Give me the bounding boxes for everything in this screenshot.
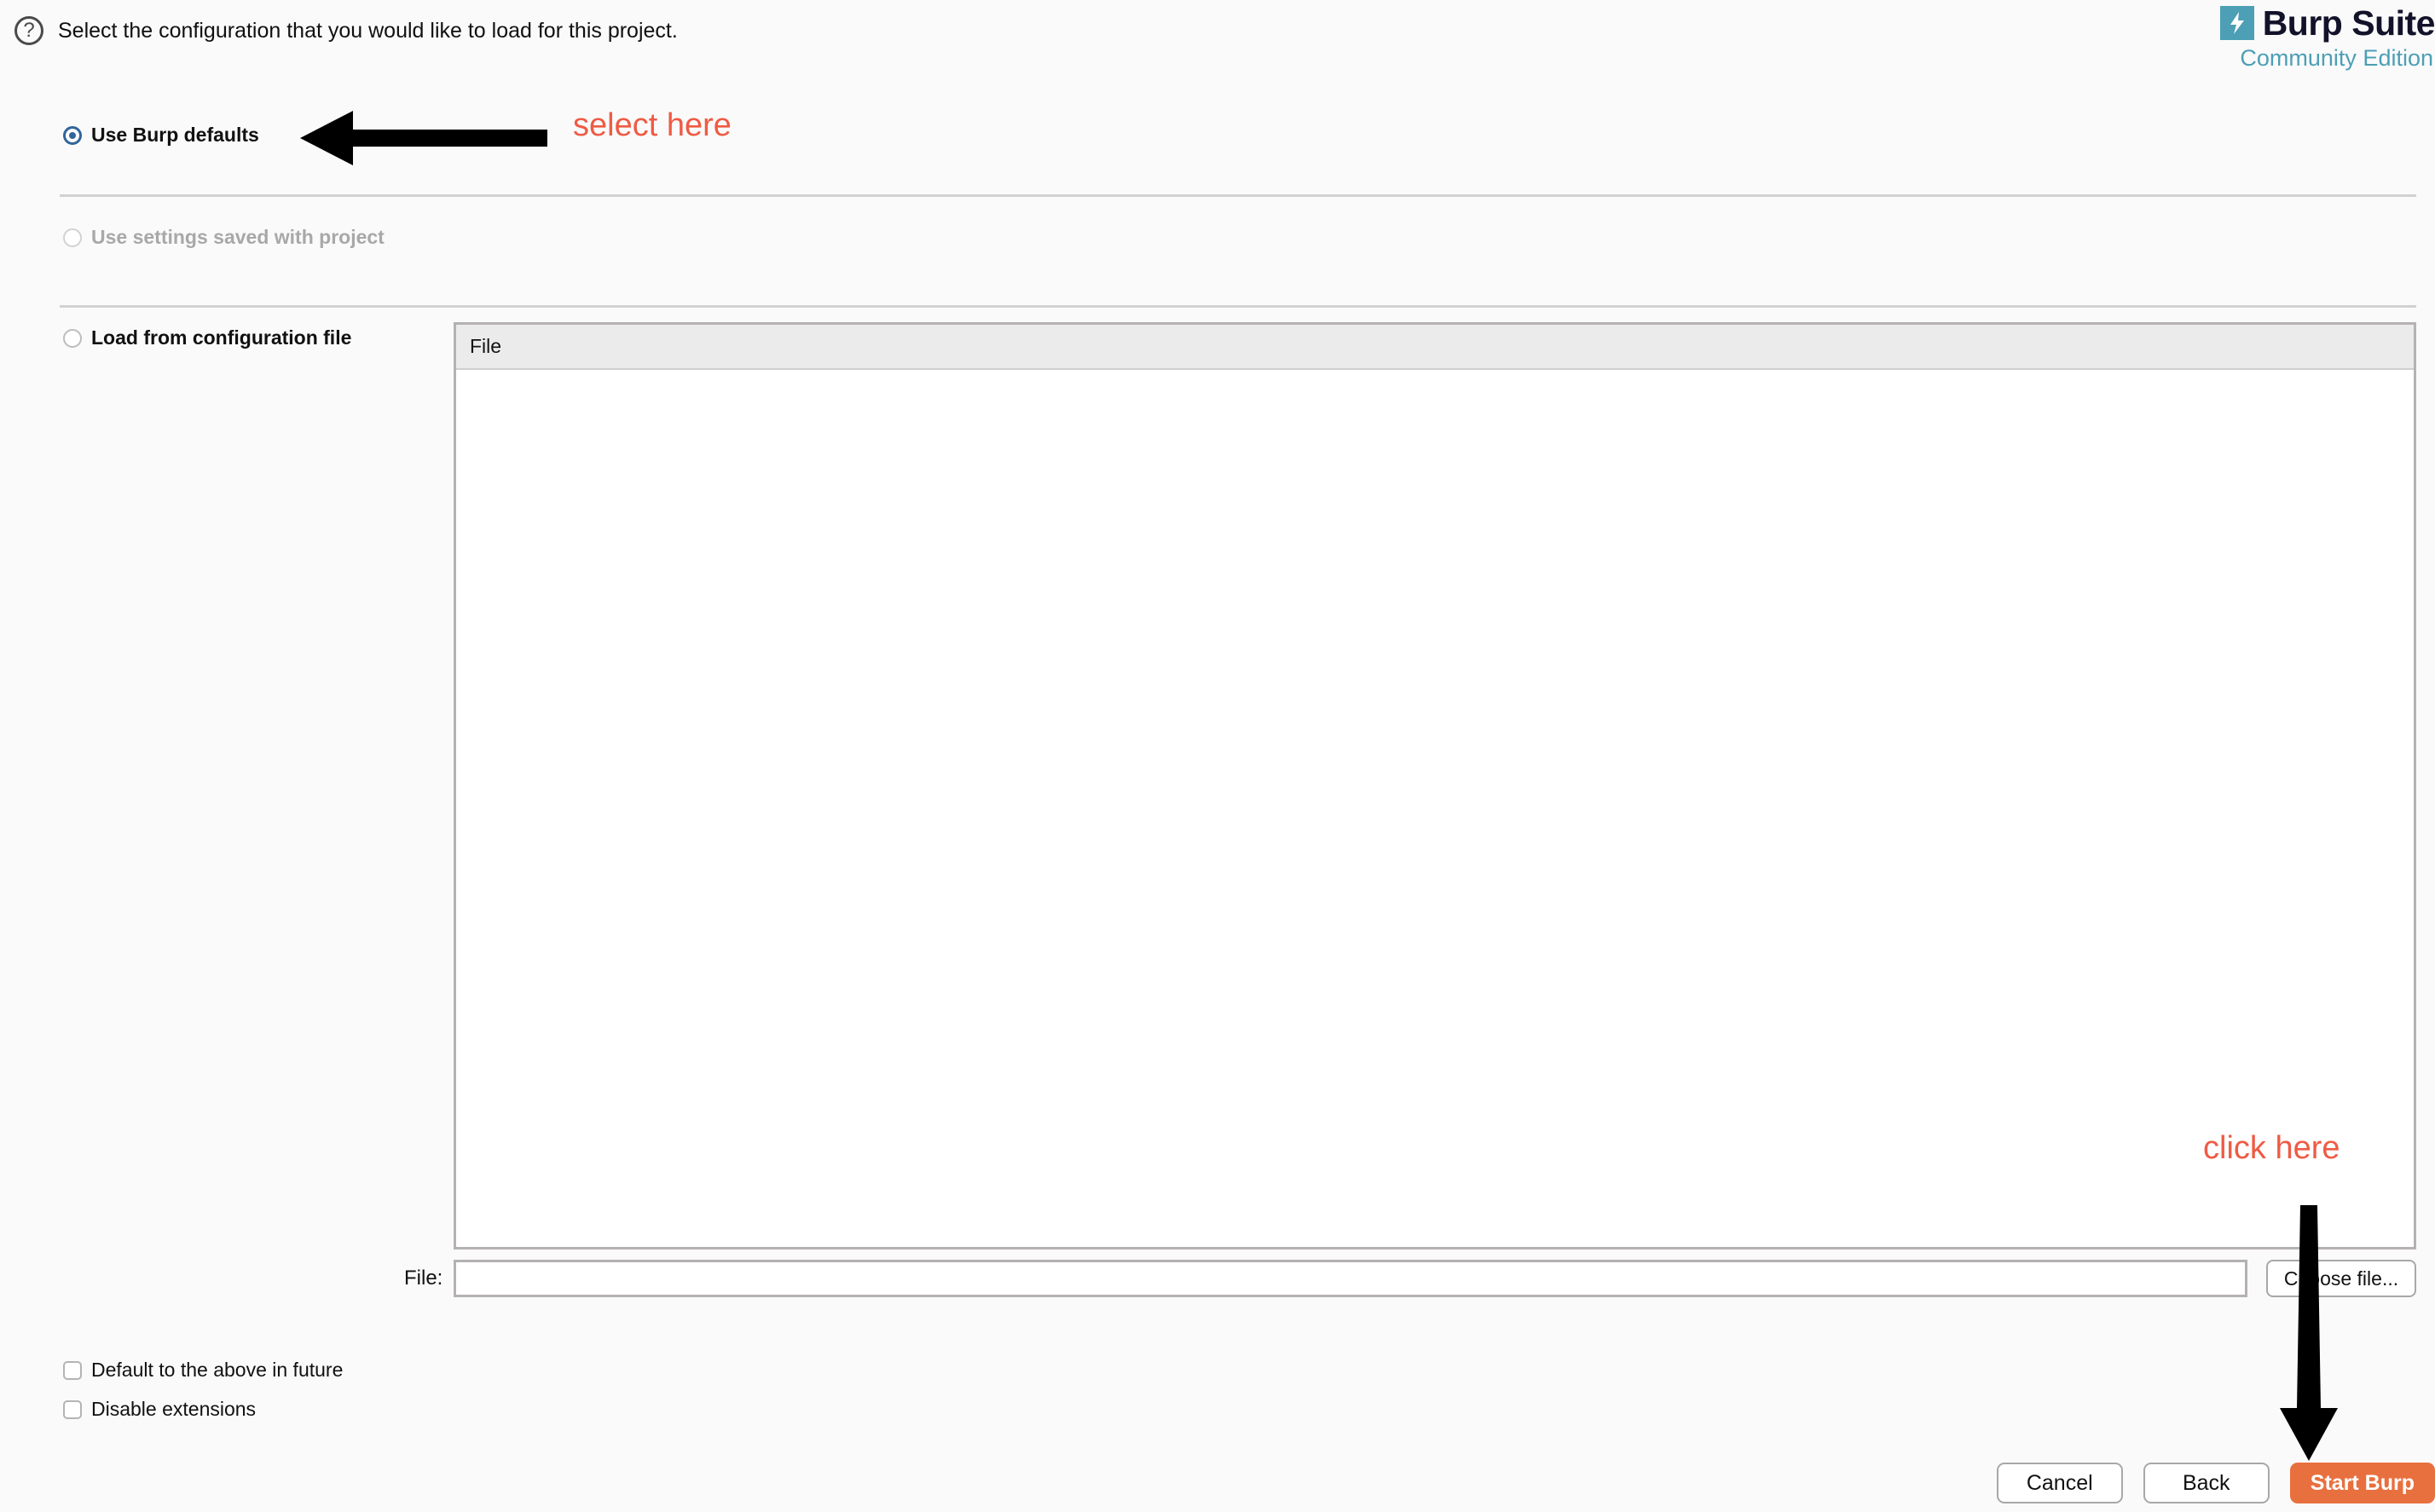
checkbox-label: Disable extensions [91, 1398, 257, 1420]
radio-option-label: Load from configuration file [91, 326, 352, 349]
left-arrow-annotation [300, 111, 547, 165]
down-arrow-annotation [2280, 1205, 2338, 1461]
back-button[interactable]: Back [2143, 1463, 2270, 1503]
section-divider [60, 194, 2416, 197]
header-bar: ? Select the configuration that you woul… [0, 0, 2435, 60]
table-column-header-file: File [470, 335, 502, 357]
section-divider [60, 305, 2416, 308]
brand-title-row: Burp Suite [2154, 3, 2435, 43]
checkbox-label: Default to the above in future [91, 1359, 344, 1381]
file-path-input[interactable] [454, 1260, 2247, 1297]
burp-suite-logo: Burp Suite Community Edition [2154, 3, 2435, 72]
annotation-click-here: click here [2203, 1130, 2340, 1166]
brand-name: Burp Suite [2262, 3, 2435, 43]
radio-button-icon[interactable] [63, 125, 82, 145]
radio-button-icon[interactable] [63, 328, 82, 348]
radio-option-load-from-configuration-file[interactable]: Load from configuration file [63, 326, 351, 349]
radio-option-label: Use Burp defaults [91, 124, 259, 146]
file-chooser-row: File: Choose file... [0, 1260, 2435, 1299]
table-body-empty[interactable] [456, 370, 2414, 1245]
radio-option-use-settings-saved-with-project: Use settings saved with project [63, 226, 385, 249]
footer-button-bar: Cancel Back Start Burp [1996, 1463, 2435, 1503]
table-header-row: File [456, 325, 2414, 370]
radio-option-label: Use settings saved with project [91, 226, 385, 248]
page-instruction: Select the configuration that you would … [58, 19, 678, 43]
checkbox-default-to-the-above-in-future[interactable]: Default to the above in future [63, 1359, 343, 1382]
file-field-label: File: [404, 1267, 443, 1290]
radio-option-use-burp-defaults[interactable]: Use Burp defaults [63, 124, 259, 147]
question-mark-circle-icon[interactable]: ? [14, 16, 43, 45]
cancel-button[interactable]: Cancel [1996, 1463, 2123, 1503]
checkbox-disable-extensions[interactable]: Disable extensions [63, 1398, 256, 1421]
checkbox-icon[interactable] [63, 1360, 82, 1380]
radio-button-icon [63, 228, 82, 247]
configuration-file-table[interactable]: File [454, 322, 2416, 1249]
annotation-select-here: select here [573, 107, 732, 143]
brand-edition: Community Edition [2240, 45, 2433, 71]
start-burp-button[interactable]: Start Burp [2289, 1463, 2435, 1503]
checkbox-icon[interactable] [63, 1399, 82, 1419]
lightning-bolt-icon [2219, 6, 2254, 40]
